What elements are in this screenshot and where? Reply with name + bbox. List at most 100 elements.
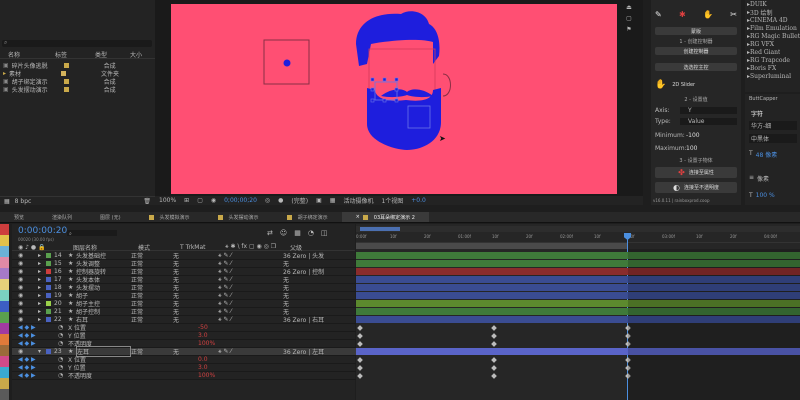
duik-title-button[interactable]: 蒙版 — [655, 27, 737, 35]
stopwatch-icon[interactable]: ◔ — [58, 340, 68, 347]
stopwatch-icon[interactable]: ◔ — [58, 356, 68, 363]
label-color-swatch[interactable] — [0, 268, 9, 279]
min-field[interactable]: -100 — [680, 132, 737, 139]
label-color-swatch[interactable] — [0, 290, 9, 301]
comp-canvas[interactable]: ➤ — [171, 4, 617, 194]
visibility-icon[interactable]: ◉ — [18, 284, 38, 291]
max-field[interactable]: 100 — [680, 145, 737, 152]
keyframe-nav-icon[interactable]: ◀ ◆ ▶ — [18, 372, 58, 379]
keyframe-marker[interactable] — [491, 333, 497, 339]
label-color-swatch[interactable] — [0, 235, 9, 246]
expand-icon[interactable]: ▸ — [38, 292, 46, 299]
effect-category[interactable]: ▸ CINEMA 4D — [745, 16, 800, 24]
grid-icon[interactable]: ⊞ — [184, 197, 189, 204]
parent-dropdown[interactable]: 36 Zero | 左耳 — [283, 347, 343, 356]
type-dropdown[interactable]: Value — [680, 118, 737, 125]
time-ruler[interactable]: 0:00f 10f 20f 01:00f 10f 20f 02:00f 10f 20f 03:00… — [356, 233, 800, 243]
keyframe-nav-icon[interactable]: ◀ ◆ ▶ — [18, 356, 58, 363]
property-value[interactable]: 3.0 — [198, 332, 208, 339]
tab-comp-beard[interactable]: 胡子绑定演示 — [273, 212, 342, 222]
property-value[interactable]: 100% — [198, 340, 215, 347]
keyframe-marker[interactable] — [491, 357, 497, 363]
keyframe-marker[interactable] — [491, 325, 497, 331]
stopwatch-icon[interactable]: ◔ — [58, 332, 68, 339]
tab-comp-ear[interactable]: × 03耳朵绑定演示 2 — [341, 212, 429, 222]
layer-label-swatch[interactable] — [46, 277, 51, 282]
visibility-icon[interactable]: ◉ — [18, 300, 38, 307]
effect-category[interactable]: ▸ Boris FX — [745, 64, 800, 72]
property-row[interactable]: ◀ ◆ ▶ ◔ 不透明度 100% — [12, 372, 367, 380]
create-controller-button[interactable]: 创建控制器 — [655, 47, 737, 55]
layer-label-swatch[interactable] — [46, 349, 51, 354]
property-value[interactable]: -50 — [198, 324, 208, 331]
keyframe-marker[interactable] — [357, 365, 363, 371]
col-size[interactable]: 大小 — [130, 50, 150, 59]
tab-preview[interactable]: 预览 — [0, 212, 38, 222]
expand-icon[interactable]: ▸ — [38, 276, 46, 283]
work-area-range[interactable] — [356, 243, 628, 249]
automation-icon[interactable]: ✱ — [679, 10, 686, 19]
tracking-field[interactable]: ≡ 像素 — [749, 174, 769, 183]
keyframe-marker[interactable] — [357, 373, 363, 379]
wrench-icon[interactable]: ✂ — [730, 10, 737, 19]
expand-icon[interactable]: ▸ — [38, 260, 46, 267]
scale-field[interactable]: T 100 % — [749, 192, 775, 199]
tab-render-queue[interactable]: 渲染队列 — [38, 212, 86, 222]
keyframe-marker[interactable] — [491, 373, 497, 379]
frame-blend-icon[interactable]: ▦ — [294, 229, 301, 237]
expand-icon[interactable]: ▸ — [38, 316, 46, 323]
exposure-value[interactable]: +0.0 — [411, 197, 426, 204]
bone-icon[interactable]: ✎ — [655, 10, 662, 19]
project-search[interactable]: ⌕ — [2, 39, 152, 47]
font-name-field[interactable]: 华方-细 — [749, 121, 797, 130]
magnify-dropdown[interactable]: 100% — [159, 197, 176, 204]
keyframe-marker[interactable] — [357, 333, 363, 339]
connect-property-button[interactable]: ✤ 连接至属性 — [655, 167, 737, 178]
graph-editor-icon[interactable]: ◫ — [321, 229, 328, 237]
col-type[interactable]: 类型 — [95, 50, 130, 59]
keyframe-marker[interactable] — [357, 341, 363, 347]
effect-category[interactable]: ▸ 3D 绘制 — [745, 8, 800, 17]
expand-icon[interactable]: ▸ — [38, 252, 46, 259]
font-style-field[interactable]: 中黑体 — [749, 134, 797, 143]
layer-label-swatch[interactable] — [46, 309, 51, 314]
comp-flow-icon[interactable]: ⇄ — [267, 229, 273, 237]
slider-row[interactable]: ✋ 2D Slider — [655, 78, 737, 92]
close-icon[interactable]: × — [356, 214, 360, 220]
project-item[interactable]: ▣ 头发摆动演示 合成 — [0, 85, 155, 94]
shy-icon[interactable]: ☺ — [280, 229, 287, 237]
select-controller-button[interactable]: 选选控主控 — [655, 63, 737, 71]
parent-dropdown[interactable]: 36 Zero | 右耳 — [283, 315, 343, 324]
property-value[interactable]: 100% — [198, 372, 215, 379]
camera-dropdown[interactable]: 活动摄像机 — [343, 196, 373, 205]
col-name[interactable]: 名称 — [0, 50, 55, 59]
keyframe-marker[interactable] — [357, 325, 363, 331]
hand-icon[interactable]: ✋ — [703, 10, 713, 19]
roi-icon[interactable]: ▣ — [316, 197, 322, 204]
character-tab[interactable]: 字符 — [751, 109, 763, 118]
font-size-field[interactable]: T 48 像素 — [749, 150, 777, 159]
keyframe-nav-icon[interactable]: ◀ ◆ ▶ — [18, 340, 58, 347]
visibility-icon[interactable]: ◉ — [18, 276, 38, 283]
visibility-icon[interactable]: ◉ — [18, 308, 38, 315]
visibility-icon[interactable]: ◉ — [18, 316, 38, 323]
label-color-swatch[interactable] — [0, 356, 9, 367]
keyframe-marker[interactable] — [357, 357, 363, 363]
mask-icon[interactable]: ▢ — [197, 197, 203, 204]
label-color-swatch[interactable] — [0, 301, 9, 312]
layer-label-swatch[interactable] — [46, 301, 51, 306]
visibility-icon[interactable]: ◉ — [18, 268, 38, 275]
interpret-icon[interactable]: ▦ — [4, 198, 10, 205]
label-color-swatch[interactable] — [0, 334, 9, 345]
keyframe-nav-icon[interactable]: ◀ ◆ ▶ — [18, 332, 58, 339]
stopwatch-icon[interactable]: ◔ — [58, 324, 68, 331]
property-value[interactable]: 3.0 — [198, 364, 208, 371]
effect-category[interactable]: ▸ RG Magic Bullet — [745, 32, 800, 40]
timeline-timecode[interactable]: 0:00:00:20 — [18, 226, 67, 236]
stopwatch-icon[interactable]: ◔ — [58, 372, 68, 379]
keyframe-nav-icon[interactable]: ◀ ◆ ▶ — [18, 324, 58, 331]
expand-icon[interactable]: ▾ — [38, 348, 46, 355]
effect-category[interactable]: ▸ RG Trapcode — [745, 56, 800, 64]
layer-label-swatch[interactable] — [46, 293, 51, 298]
layer-label-swatch[interactable] — [46, 253, 51, 258]
